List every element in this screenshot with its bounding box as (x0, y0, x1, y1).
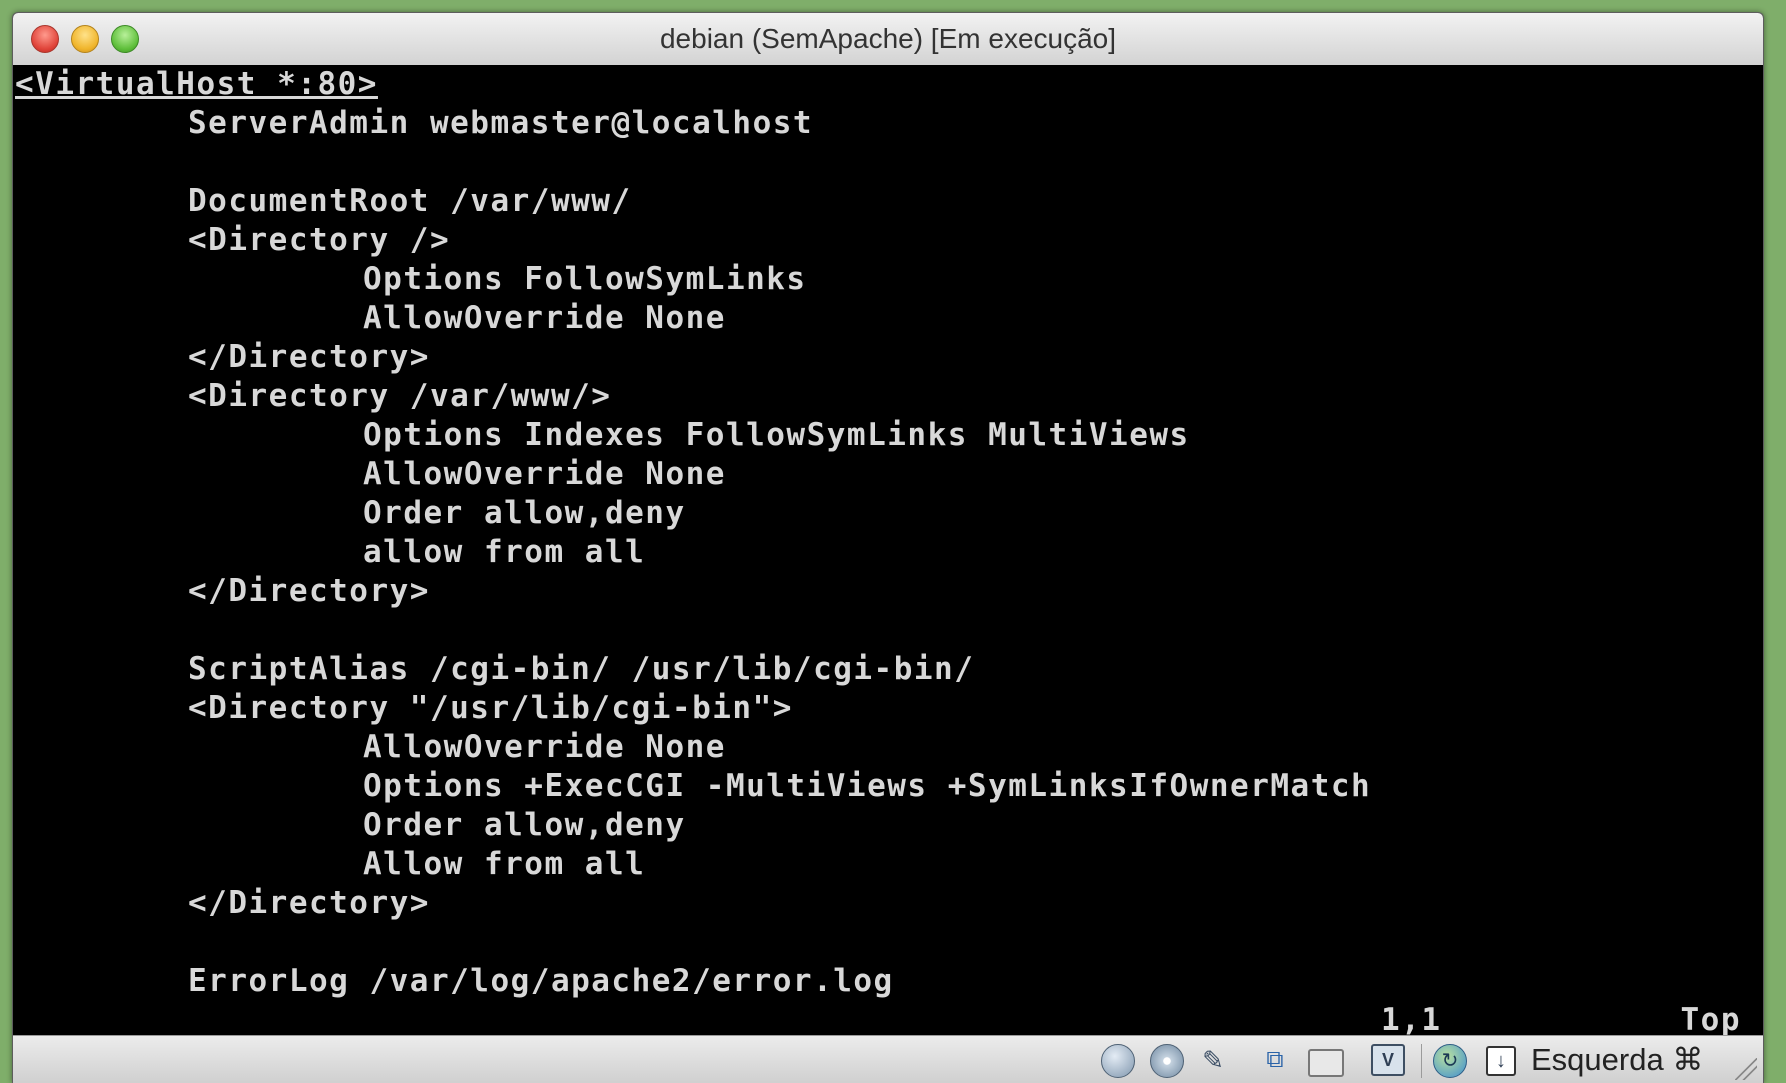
terminal-line: ErrorLog /var/log/apache2/error.log (188, 963, 894, 999)
terminal-line: Options Indexes FollowSymLinks MultiView… (363, 417, 1190, 453)
terminal-line: AllowOverride None (363, 300, 726, 336)
network-icon[interactable]: ⧉ (1258, 1044, 1292, 1078)
vm-status-bar: ✎ ⧉ V ↻ ↓ Esquerda ⌘ (13, 1035, 1763, 1083)
terminal-line: <VirtualHost *:80> (15, 65, 378, 104)
hard-disk-icon[interactable] (1101, 1044, 1135, 1078)
terminal-line: Order allow,deny (363, 807, 686, 843)
terminal-line: ServerAdmin webmaster@localhost (188, 105, 814, 141)
terminal-line: <Directory "/usr/lib/cgi-bin"> (188, 690, 793, 726)
statusbar-divider (1421, 1044, 1422, 1078)
terminal-line: DocumentRoot /var/www/ (188, 183, 632, 219)
terminal-line: Order allow,deny (363, 495, 686, 531)
usb-icon[interactable]: ✎ (1196, 1044, 1230, 1078)
terminal-line: <Directory /> (188, 222, 451, 258)
terminal-line: AllowOverride None (363, 729, 726, 765)
vm-chip-icon[interactable]: V (1371, 1044, 1405, 1076)
terminal-line: <Directory /var/www/> (188, 378, 612, 414)
terminal-line: AllowOverride None (363, 456, 726, 492)
title-bar[interactable]: debian (SemApache) [Em execução] (13, 13, 1763, 66)
terminal-line: </Directory> (188, 573, 430, 609)
terminal-line: Options FollowSymLinks (363, 261, 807, 297)
shared-folders-icon[interactable] (1308, 1049, 1344, 1077)
terminal-line: Allow from all (363, 846, 646, 882)
terminal-line: allow from all (363, 534, 646, 570)
terminal-line: </Directory> (188, 885, 430, 921)
cursor-line-text: <VirtualHost *:80> (15, 66, 378, 102)
host-key-icon[interactable]: ↓ (1486, 1046, 1516, 1076)
optical-drive-icon[interactable] (1150, 1044, 1184, 1078)
terminal-line: </Directory> (188, 339, 430, 375)
globe-icon[interactable]: ↻ (1433, 1044, 1467, 1078)
resize-grip-icon[interactable] (1735, 1058, 1757, 1080)
window-title: debian (SemApache) [Em execução] (659, 23, 1117, 54)
terminal-line: ScriptAlias /cgi-bin/ /usr/lib/cgi-bin/ (188, 651, 975, 687)
terminal-line: Options +ExecCGI -MultiViews +SymLinksIf… (363, 768, 1372, 804)
virtualbox-window: debian (SemApache) [Em execução] <Virtua… (12, 12, 1764, 1083)
host-key-label[interactable]: Esquerda ⌘ (1531, 1036, 1703, 1083)
vm-console-screen[interactable]: <VirtualHost *:80> ServerAdmin webmaster… (13, 65, 1763, 1038)
